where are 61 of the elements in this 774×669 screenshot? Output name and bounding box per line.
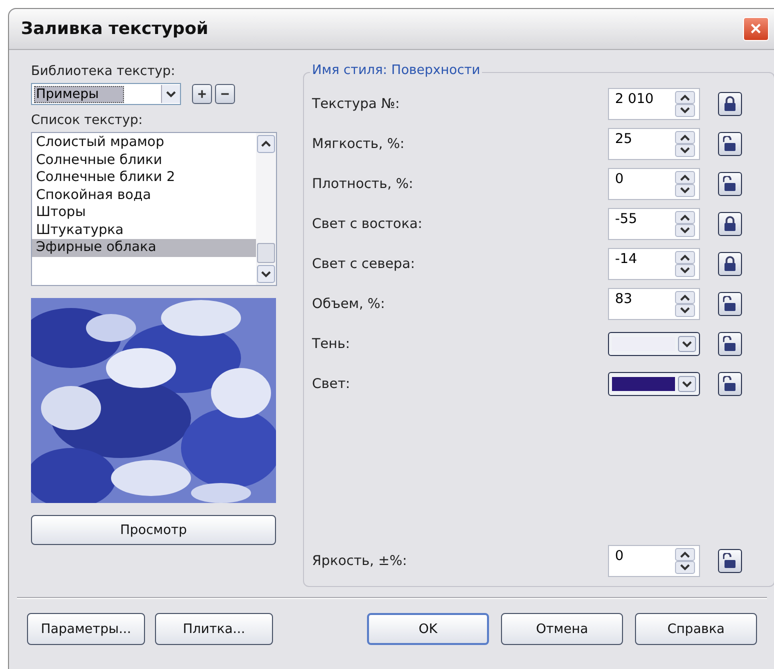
dialog-button[interactable]: Параметры... [27,613,145,645]
field-label: Плотность, %: [312,176,414,192]
dialog-button[interactable]: OK [367,613,489,645]
add-library-button[interactable]: + [192,84,212,104]
window-title: Заливка текстурой [21,19,208,39]
scroll-up-icon[interactable] [257,135,275,153]
texture-list-item[interactable]: Слоистый мрамор [32,134,256,152]
dialog-button[interactable]: Плитка... [155,613,273,645]
field-label: Текстура №: [312,96,401,112]
spinner-arrows-icon[interactable] [675,291,695,317]
dialog-button[interactable]: Отмена [501,613,623,645]
unlocked-padlock-icon[interactable] [718,372,742,396]
locked-padlock-icon[interactable] [718,92,742,116]
spin-field[interactable]: -14 [608,248,700,280]
preview-button[interactable]: Просмотр [31,515,276,545]
texture-list-item[interactable]: Солнечные блики 2 [32,169,256,186]
spin-field[interactable]: 0 [608,545,700,577]
field-label: Свет с севера: [312,256,416,272]
texture-list-item[interactable]: Эфирные облака [32,239,256,256]
texture-list-item[interactable]: Солнечные блики [32,152,256,169]
field-label: Свет с востока: [312,216,424,232]
locked-padlock-icon[interactable] [718,212,742,236]
style-name-label: Имя стиля: Поверхности [310,63,482,78]
color-dropdown[interactable] [608,332,700,356]
spinner-arrows-icon[interactable] [675,211,695,237]
texture-list-item[interactable]: Штукатурка [32,222,256,239]
unlocked-padlock-icon[interactable] [718,292,742,316]
spin-field[interactable]: 25 [608,128,700,160]
locked-padlock-icon[interactable] [718,252,742,276]
unlocked-padlock-icon[interactable] [718,549,742,573]
caret-icon[interactable] [678,336,696,352]
spinner-arrows-icon[interactable] [675,131,695,157]
field-label: Свет: [312,376,352,392]
spin-field[interactable]: -55 [608,208,700,240]
scroll-down-icon[interactable] [257,265,275,283]
spin-field[interactable]: 2 010 [608,88,700,120]
library-label: Библиотека текстур: [31,64,176,79]
unlocked-padlock-icon[interactable] [718,172,742,196]
field-label: Объем, %: [312,296,386,312]
unlocked-padlock-icon[interactable] [718,132,742,156]
caret-icon[interactable] [166,90,176,98]
spinner-arrows-icon[interactable] [675,171,695,197]
dialog-button[interactable]: Справка [635,613,757,645]
unlocked-padlock-icon[interactable] [718,332,742,356]
field-label: Яркость, ±%: [312,553,408,569]
field-label: Тень: [312,336,351,352]
spin-field[interactable]: 83 [608,288,700,320]
caret-icon[interactable] [678,376,696,392]
spinner-arrows-icon[interactable] [675,91,695,117]
texture-list-label: Список текстур: [31,113,144,128]
library-dropdown[interactable]: Примеры [31,83,181,105]
spinner-arrows-icon[interactable] [675,251,695,277]
scroll-thumb[interactable] [257,243,275,263]
spin-field[interactable]: 0 [608,168,700,200]
remove-library-button[interactable]: − [215,84,235,104]
field-label: Мягкость, %: [312,136,406,152]
scrollbar[interactable] [256,133,276,285]
texture-list-item[interactable]: Шторы [32,204,256,222]
color-dropdown[interactable] [608,372,700,396]
texture-list-item[interactable]: Спокойная вода [32,186,256,204]
spinner-arrows-icon[interactable] [675,548,695,574]
